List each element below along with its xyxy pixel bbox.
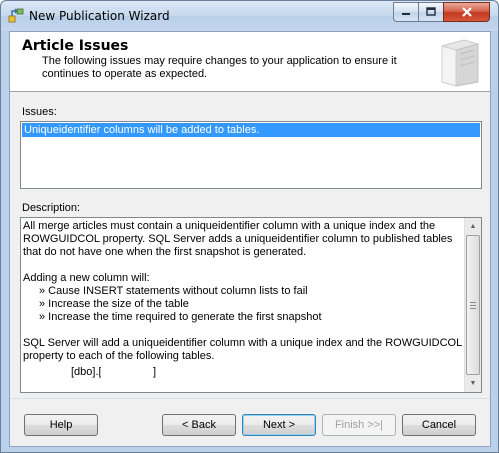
table-entry: [dbo].[ ]	[23, 363, 463, 380]
description-box[interactable]: All merge articles must contain a unique…	[20, 217, 482, 393]
page-description: The following issues may require changes…	[42, 55, 397, 80]
close-icon	[461, 7, 472, 17]
description-paragraph: All merge articles must contain a unique…	[23, 220, 453, 258]
next-button[interactable]: Next >	[242, 414, 316, 436]
help-button[interactable]: Help	[24, 414, 98, 436]
back-button[interactable]: < Back	[162, 414, 236, 436]
list-item[interactable]: Uniqueidentifier columns will be added t…	[22, 123, 480, 137]
wizard-body: Article Issues The following issues may …	[9, 31, 491, 447]
redacted-table-name	[101, 363, 153, 380]
table-name-suffix: ]	[153, 366, 157, 378]
finish-button: Finish >>|	[322, 414, 396, 436]
page-title: Article Issues	[22, 38, 129, 54]
window-title: New Publication Wizard	[29, 9, 170, 23]
minimize-icon	[402, 13, 410, 15]
issues-label: Issues:	[22, 106, 57, 118]
scroll-up-icon[interactable]: ▲	[465, 218, 481, 235]
table-schema-prefix: [dbo].[	[71, 366, 102, 378]
description-paragraph: SQL Server will add a uniqueidentifier c…	[23, 337, 462, 362]
scroll-thumb[interactable]	[466, 235, 480, 375]
description-text: All merge articles must contain a unique…	[23, 220, 463, 380]
bullet-item: » Increase the time required to generate…	[39, 311, 322, 323]
minimize-button[interactable]	[393, 2, 419, 22]
wizard-window: New Publication Wizard Article Issues Th…	[0, 0, 499, 453]
database-book-icon	[441, 39, 479, 87]
description-scrollbar[interactable]: ▲ ▼	[464, 218, 481, 392]
button-separator	[10, 398, 490, 399]
cancel-button[interactable]: Cancel	[402, 414, 476, 436]
wizard-header: Article Issues The following issues may …	[10, 32, 490, 92]
issues-list[interactable]: Uniqueidentifier columns will be added t…	[20, 121, 482, 189]
close-button[interactable]	[443, 2, 490, 22]
bullet-item: » Increase the size of the table	[39, 298, 189, 310]
title-bar[interactable]: New Publication Wizard	[1, 1, 498, 31]
scroll-down-icon[interactable]: ▼	[465, 375, 481, 392]
description-paragraph: Adding a new column will:	[23, 272, 150, 284]
maximize-button[interactable]	[418, 2, 444, 22]
maximize-icon	[426, 7, 436, 16]
description-label: Description:	[22, 202, 81, 214]
publication-wizard-icon	[8, 8, 24, 23]
bullet-item: » Cause INSERT statements without column…	[39, 285, 308, 297]
